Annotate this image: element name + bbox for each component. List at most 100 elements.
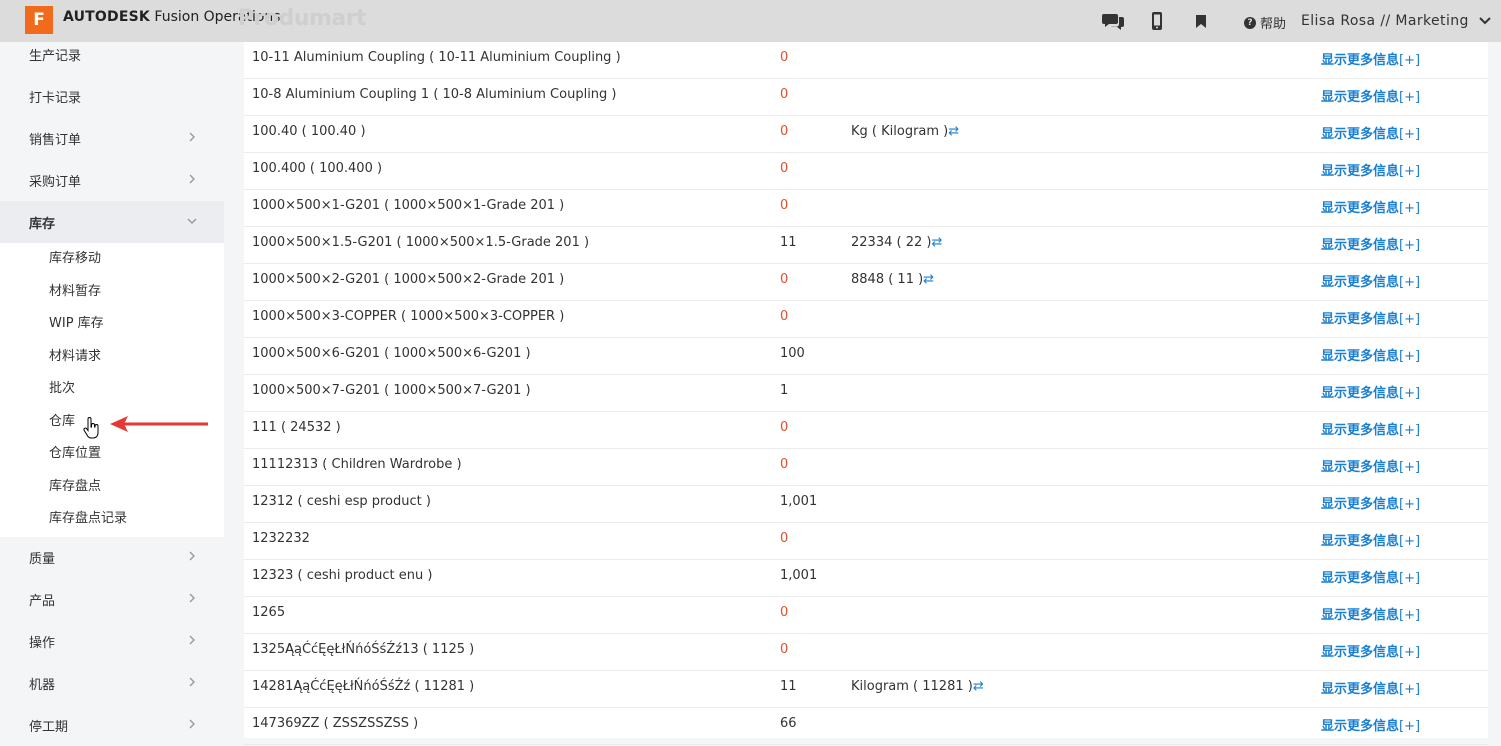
product-name: 1000×500×3-COPPER ( 1000×500×3-COPPER )	[252, 309, 565, 324]
sidebar-item-label: 打卡记录	[29, 90, 82, 106]
show-more-suffix: [+]	[1399, 423, 1421, 438]
sidebar-item-sales-orders[interactable]: 销售订单	[0, 117, 224, 159]
show-more-link[interactable]: 显示更多信息[+]	[1321, 493, 1420, 512]
submenu-item-warehouse[interactable]: 仓库	[49, 412, 75, 432]
help-icon: ?	[1244, 16, 1256, 29]
show-more-label: 显示更多信息	[1321, 534, 1400, 549]
show-more-link[interactable]: 显示更多信息[+]	[1321, 308, 1420, 327]
swap-unit-icon[interactable]: ⇄	[931, 235, 942, 250]
show-more-label: 显示更多信息	[1321, 90, 1400, 105]
show-more-suffix: [+]	[1399, 349, 1421, 364]
show-more-link[interactable]: 显示更多信息[+]	[1321, 641, 1420, 660]
sidebar-item-products[interactable]: 产品	[0, 578, 224, 620]
quantity-value: 0	[780, 161, 789, 176]
chat-icon[interactable]	[1102, 11, 1126, 31]
show-more-label: 显示更多信息	[1321, 164, 1400, 179]
sidebar-item-machines[interactable]: 机器	[0, 662, 224, 704]
product-name: 1000×500×7-G201 ( 1000×500×7-G201 )	[252, 383, 531, 398]
show-more-label: 显示更多信息	[1321, 238, 1400, 253]
show-more-link[interactable]: 显示更多信息[+]	[1321, 567, 1420, 586]
chevron-down-icon[interactable]	[1478, 14, 1492, 28]
quantity-value: 0	[780, 457, 789, 472]
submenu-item-stock-count-records[interactable]: 库存盘点记录	[49, 509, 127, 529]
annotation-arrow-icon	[110, 416, 208, 432]
table-row: 1325ĄąĆćĘęŁłŃńóŚśŹź13 ( 1125 ) 0 显示更多信息[+]	[244, 634, 1488, 671]
show-more-label: 显示更多信息	[1321, 682, 1400, 697]
show-more-link[interactable]: 显示更多信息[+]	[1321, 678, 1420, 697]
show-more-label: 显示更多信息	[1321, 275, 1400, 290]
table-row: 1000×500×3-COPPER ( 1000×500×3-COPPER ) 0…	[244, 301, 1488, 338]
submenu-item-lots[interactable]: 批次	[49, 379, 75, 399]
show-more-label: 显示更多信息	[1321, 127, 1400, 142]
table-row: 1000×500×1.5-G201 ( 1000×500×1.5-Grade 2…	[244, 227, 1488, 264]
chevron-right-icon	[189, 719, 195, 729]
submenu-item-material-request[interactable]: 材料请求	[49, 347, 101, 367]
table-row: 10-8 Aluminium Coupling 1 ( 10-8 Alumini…	[244, 79, 1488, 116]
show-more-link[interactable]: 显示更多信息[+]	[1321, 49, 1420, 68]
help-link[interactable]: ? 帮助	[1244, 13, 1286, 32]
table-row: 1232232 0 显示更多信息[+]	[244, 523, 1488, 560]
unit-label: 8848 ( 11 )	[851, 272, 924, 287]
sidebar-item-label: 质量	[29, 551, 56, 567]
sidebar-item-label: 销售订单	[29, 132, 82, 148]
show-more-link[interactable]: 显示更多信息[+]	[1321, 234, 1420, 253]
show-more-link[interactable]: 显示更多信息[+]	[1321, 197, 1420, 216]
show-more-label: 显示更多信息	[1321, 497, 1400, 512]
swap-unit-icon[interactable]: ⇄	[948, 124, 959, 139]
show-more-link[interactable]: 显示更多信息[+]	[1321, 715, 1420, 734]
bookmark-icon[interactable]	[1195, 11, 1207, 31]
quantity-value: 0	[780, 50, 789, 65]
sidebar-item-purchase-orders[interactable]: 采购订单	[0, 159, 224, 201]
show-more-link[interactable]: 显示更多信息[+]	[1321, 382, 1420, 401]
user-menu[interactable]: Elisa Rosa // Marketing	[1301, 13, 1469, 29]
show-more-link[interactable]: 显示更多信息[+]	[1321, 86, 1420, 105]
quantity-value: 66	[780, 716, 797, 731]
show-more-link[interactable]: 显示更多信息[+]	[1321, 419, 1420, 438]
show-more-link[interactable]: 显示更多信息[+]	[1321, 604, 1420, 623]
product-name: 12312 ( ceshi esp product )	[252, 494, 431, 509]
sidebar-item-label: 机器	[29, 677, 56, 693]
chevron-down-icon	[187, 218, 197, 224]
mobile-icon[interactable]	[1150, 11, 1164, 31]
show-more-suffix: [+]	[1399, 534, 1421, 549]
show-more-link[interactable]: 显示更多信息[+]	[1321, 530, 1420, 549]
sidebar-item-clock-records[interactable]: 打卡记录	[0, 75, 224, 117]
app-logo-icon[interactable]: F	[25, 6, 53, 34]
brand-bold: AUTODESK	[63, 9, 150, 25]
table-row: 11112313 ( Children Wardrobe ) 0 显示更多信息[+]	[244, 449, 1488, 486]
submenu-item-stock-count[interactable]: 库存盘点	[49, 477, 101, 497]
inventory-table: 10-11 Aluminium Coupling ( 10-11 Alumini…	[244, 42, 1488, 745]
product-name: 1000×500×1-G201 ( 1000×500×1-Grade 201 )	[252, 198, 565, 213]
show-more-suffix: [+]	[1399, 238, 1421, 253]
show-more-link[interactable]: 显示更多信息[+]	[1321, 345, 1420, 364]
product-name: 1000×500×1.5-G201 ( 1000×500×1.5-Grade 2…	[252, 235, 590, 250]
show-more-suffix: [+]	[1399, 719, 1421, 734]
sidebar-item-downtime[interactable]: 停工期	[0, 704, 224, 746]
chevron-right-icon	[189, 593, 195, 603]
sidebar-item-inventory[interactable]: 库存	[0, 201, 224, 243]
sidebar-item-operations[interactable]: 操作	[0, 620, 224, 662]
unit-of-measure: Kg ( Kilogram )⇄	[851, 124, 959, 139]
submenu-item-material-staging[interactable]: 材料暂存	[49, 282, 101, 302]
show-more-link[interactable]: 显示更多信息[+]	[1321, 160, 1420, 179]
show-more-link[interactable]: 显示更多信息[+]	[1321, 123, 1420, 142]
show-more-suffix: [+]	[1399, 645, 1421, 660]
show-more-label: 显示更多信息	[1321, 53, 1400, 68]
table-row: 1000×500×1-G201 ( 1000×500×1-Grade 201 )…	[244, 190, 1488, 227]
quantity-value: 0	[780, 531, 789, 546]
chevron-right-icon	[189, 132, 195, 142]
product-name: 1000×500×2-G201 ( 1000×500×2-Grade 201 )	[252, 272, 565, 287]
swap-unit-icon[interactable]: ⇄	[973, 679, 984, 694]
table-row: 1000×500×2-G201 ( 1000×500×2-Grade 201 )…	[244, 264, 1488, 301]
submenu-item-stock-movement[interactable]: 库存移动	[49, 249, 101, 269]
show-more-suffix: [+]	[1399, 571, 1421, 586]
sidebar-item-label: 操作	[29, 635, 56, 651]
sidebar-item-quality[interactable]: 质量	[0, 536, 224, 578]
submenu-item-warehouse-locations[interactable]: 仓库位置	[49, 444, 101, 464]
show-more-link[interactable]: 显示更多信息[+]	[1321, 456, 1420, 475]
submenu-item-wip-inventory[interactable]: WIP 库存	[49, 314, 104, 334]
show-more-label: 显示更多信息	[1321, 460, 1400, 475]
product-name: 1232232	[252, 531, 310, 546]
swap-unit-icon[interactable]: ⇄	[923, 272, 934, 287]
show-more-link[interactable]: 显示更多信息[+]	[1321, 271, 1420, 290]
